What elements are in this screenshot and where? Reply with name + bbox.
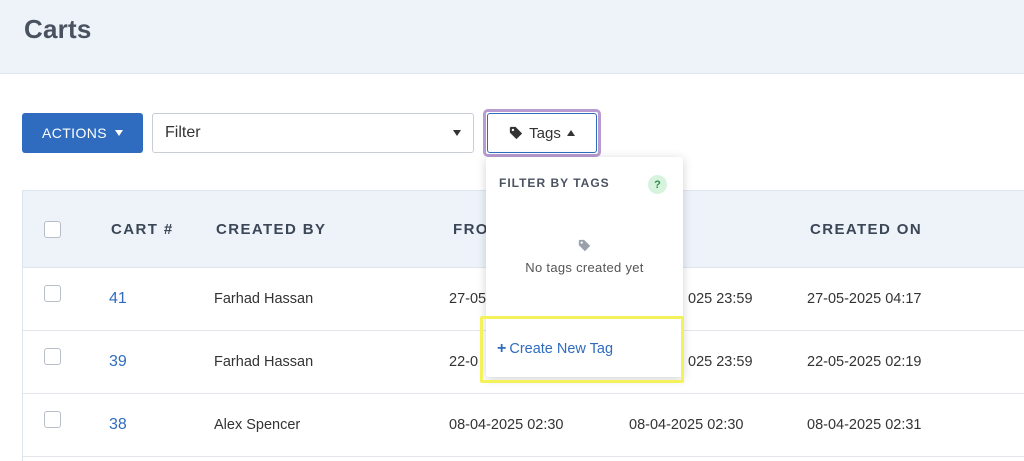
help-icon[interactable]: ? [648,175,667,194]
to-cell: 025 23:59 [688,291,753,307]
to-cell: 025 23:59 [688,354,753,370]
column-header-created-by[interactable]: CREATED BY [216,221,326,238]
created-on-cell: 22-05-2025 02:19 [807,354,922,370]
filter-value: Filter [165,124,201,141]
chevron-down-icon [453,130,461,136]
page-header: Carts [0,0,1024,74]
chevron-down-icon [115,130,124,136]
column-header-from[interactable]: FRO [453,221,489,238]
no-tags-message: No tags created yet [525,260,644,275]
tags-label: Tags [529,124,561,142]
table-row: 38 Alex Spencer 08-04-2025 02:30 08-04-2… [23,394,1024,457]
cart-link[interactable]: 39 [109,353,127,371]
actions-label: ACTIONS [41,125,108,141]
dropdown-title: FILTER BY TAGS [499,176,610,190]
column-header-created-on[interactable]: CREATED ON [810,221,922,238]
to-cell: 08-04-2025 02:30 [629,417,744,433]
cart-link[interactable]: 38 [109,416,127,434]
cart-link[interactable]: 41 [109,290,127,308]
from-cell: 27-05 [449,291,487,307]
created-by-cell: Farhad Hassan [214,291,314,307]
column-header-cart[interactable]: CART # [111,221,174,238]
row-checkbox[interactable] [44,411,61,428]
highlight-box [480,316,684,383]
tag-icon [509,126,523,140]
page-title: Carts [24,14,92,44]
chevron-up-icon [566,130,575,136]
filter-select[interactable]: Filter [152,113,474,153]
tag-icon [578,239,591,257]
from-cell: 08-04-2025 02:30 [449,417,564,433]
created-on-cell: 27-05-2025 04:17 [807,291,922,307]
tags-button-focus-ring: Tags [483,109,601,157]
created-by-cell: Farhad Hassan [214,354,314,370]
select-all-checkbox[interactable] [44,221,61,238]
tags-button[interactable]: Tags [487,113,597,153]
from-cell: 22-0 [449,354,479,370]
created-by-cell: Alex Spencer [214,417,301,433]
actions-button[interactable]: ACTIONS [22,113,143,153]
row-checkbox[interactable] [44,285,61,302]
created-on-cell: 08-04-2025 02:31 [807,417,922,433]
row-checkbox[interactable] [44,348,61,365]
